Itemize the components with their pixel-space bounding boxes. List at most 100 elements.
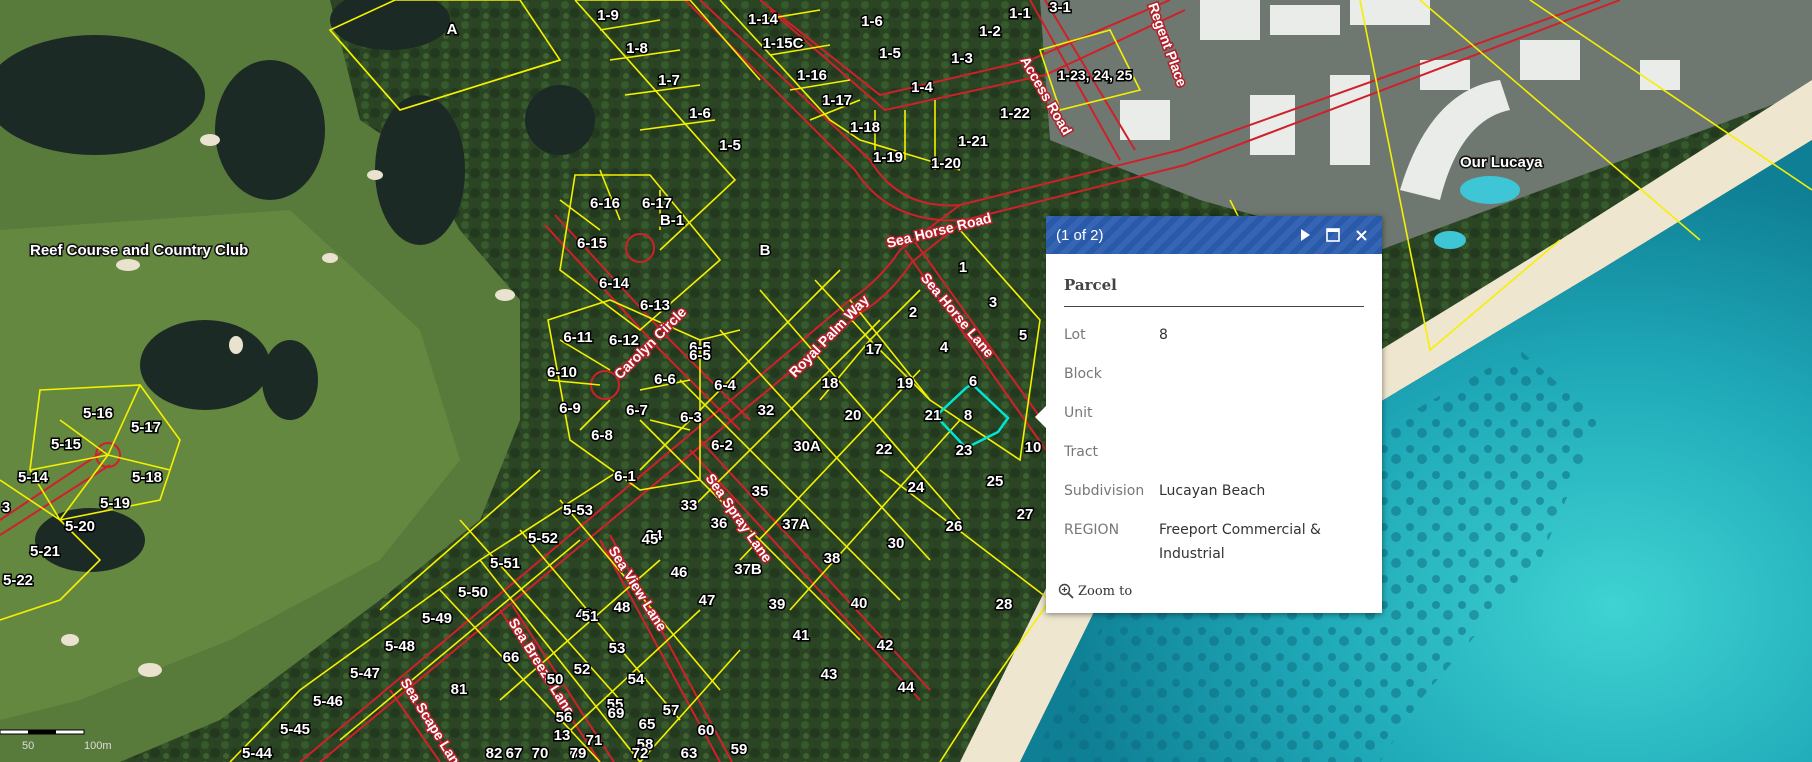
parcel-label[interactable]: 3 bbox=[0, 498, 11, 518]
parcel-label[interactable]: 5-49 bbox=[420, 609, 453, 629]
parcel-label[interactable]: 27 bbox=[1015, 505, 1035, 525]
parcel-label[interactable]: 6-11 bbox=[562, 328, 594, 348]
parcel-label[interactable]: 42 bbox=[875, 636, 895, 656]
parcel-label[interactable]: 1-15C bbox=[761, 34, 805, 54]
parcel-label[interactable]: 41 bbox=[791, 626, 811, 646]
parcel-label[interactable]: 6-1 bbox=[613, 467, 638, 487]
parcel-label[interactable]: 1-2 bbox=[978, 22, 1003, 42]
parcel-label[interactable]: 53 bbox=[607, 639, 627, 659]
parcel-label[interactable]: 17 bbox=[864, 340, 884, 360]
parcel-label[interactable]: 13 bbox=[552, 726, 572, 746]
parcel-label[interactable]: 44 bbox=[896, 678, 916, 698]
parcel-label[interactable]: B bbox=[758, 241, 772, 261]
parcel-label[interactable]: 1-6 bbox=[860, 12, 885, 32]
parcel-label[interactable]: 56 bbox=[554, 708, 574, 728]
parcel-label[interactable]: 67 bbox=[504, 744, 524, 762]
parcel-label[interactable]: 19 bbox=[895, 374, 915, 394]
parcel-label[interactable]: 38 bbox=[822, 549, 842, 569]
parcel-label[interactable]: 5-46 bbox=[311, 692, 344, 712]
parcel-label[interactable]: 5-47 bbox=[348, 664, 381, 684]
parcel-label[interactable]: 24 bbox=[906, 478, 926, 498]
parcel-label[interactable]: 5-16 bbox=[81, 404, 114, 424]
parcel-label[interactable]: 1-21 bbox=[956, 132, 989, 152]
parcel-label[interactable]: 1-16 bbox=[795, 66, 828, 86]
parcel-label[interactable]: 8 bbox=[962, 406, 973, 426]
parcel-label[interactable]: 6-8 bbox=[590, 426, 615, 446]
parcel-label[interactable]: 5 bbox=[1017, 326, 1028, 346]
parcel-label[interactable]: 1-19 bbox=[871, 148, 904, 168]
parcel-label[interactable]: 45 bbox=[640, 530, 660, 550]
parcel-label[interactable]: 1-8 bbox=[625, 39, 650, 59]
parcel-label[interactable]: 63 bbox=[679, 744, 699, 762]
parcel-label[interactable]: 1-14 bbox=[746, 10, 780, 30]
parcel-label[interactable]: 71 bbox=[584, 731, 604, 751]
parcel-label[interactable]: 1-23, 24, 25 bbox=[1056, 66, 1134, 85]
parcel-label[interactable]: 40 bbox=[849, 594, 869, 614]
parcel-label[interactable]: 21 bbox=[923, 406, 943, 426]
parcel-label[interactable]: 6-5 bbox=[688, 346, 713, 366]
parcel-label[interactable]: 30 bbox=[886, 534, 906, 554]
parcel-label[interactable]: 6-13 bbox=[638, 296, 671, 316]
parcel-label[interactable]: 39 bbox=[767, 595, 787, 615]
parcel-label[interactable]: 5-22 bbox=[1, 571, 34, 591]
next-feature-button[interactable] bbox=[1294, 224, 1316, 246]
parcel-label[interactable]: 35 bbox=[750, 482, 770, 502]
parcel-label[interactable]: 5-18 bbox=[130, 468, 163, 488]
parcel-label[interactable]: 1-22 bbox=[998, 104, 1031, 124]
parcel-label[interactable]: 6-4 bbox=[713, 376, 738, 396]
close-button[interactable] bbox=[1350, 224, 1372, 246]
parcel-label[interactable]: 37A bbox=[781, 515, 812, 535]
parcel-label[interactable]: 3-1 bbox=[1048, 0, 1073, 18]
parcel-label[interactable]: 60 bbox=[696, 721, 716, 741]
parcel-label[interactable]: 57 bbox=[661, 701, 681, 721]
parcel-label[interactable]: 5-53 bbox=[561, 501, 594, 521]
parcel-label[interactable]: 72 bbox=[630, 744, 650, 762]
parcel-label[interactable]: 36 bbox=[709, 514, 729, 534]
parcel-label[interactable]: 6-6 bbox=[653, 370, 678, 390]
parcel-label[interactable]: 37B bbox=[733, 560, 764, 580]
parcel-label[interactable]: 6-9 bbox=[558, 399, 583, 419]
parcel-label[interactable]: 47 bbox=[697, 591, 717, 611]
parcel-label[interactable]: 2 bbox=[907, 303, 918, 323]
parcel-label[interactable]: 52 bbox=[572, 660, 592, 680]
parcel-label[interactable]: 6-3 bbox=[679, 408, 704, 428]
parcel-label[interactable]: 20 bbox=[843, 406, 863, 426]
parcel-label[interactable]: 6-12 bbox=[607, 331, 640, 351]
parcel-label[interactable]: 66 bbox=[501, 648, 521, 668]
parcel-label[interactable]: 54 bbox=[626, 670, 646, 690]
parcel-label[interactable]: 5-20 bbox=[63, 517, 96, 537]
parcel-label[interactable]: 23 bbox=[954, 441, 974, 461]
parcel-label[interactable]: 10 bbox=[1023, 438, 1043, 458]
parcel-label[interactable]: 30A bbox=[792, 437, 823, 457]
parcel-label[interactable]: 1-20 bbox=[929, 154, 962, 174]
parcel-label[interactable]: 6 bbox=[967, 372, 978, 392]
parcel-label[interactable]: 69 bbox=[606, 704, 626, 724]
parcel-label[interactable]: 1-9 bbox=[596, 6, 621, 26]
map-canvas[interactable]: Reef Course and Country Club Our Lucaya … bbox=[0, 0, 1812, 762]
parcel-label[interactable]: 79 bbox=[568, 744, 588, 762]
parcel-label[interactable]: 5-19 bbox=[98, 494, 131, 514]
parcel-label[interactable]: 22 bbox=[874, 440, 894, 460]
parcel-label[interactable]: 1-3 bbox=[950, 49, 975, 69]
parcel-label[interactable]: 32 bbox=[756, 401, 776, 421]
parcel-label[interactable]: 59 bbox=[729, 740, 749, 760]
maximize-button[interactable] bbox=[1322, 224, 1344, 246]
parcel-label[interactable]: 1-1 bbox=[1008, 4, 1033, 24]
parcel-label[interactable]: 1-4 bbox=[910, 78, 935, 98]
parcel-label[interactable]: 5-14 bbox=[16, 468, 50, 488]
parcel-label[interactable]: 43 bbox=[819, 665, 839, 685]
parcel-label[interactable]: 5-51 bbox=[488, 554, 521, 574]
parcel-label[interactable]: 1 bbox=[957, 258, 968, 278]
parcel-label[interactable]: A bbox=[445, 20, 459, 40]
parcel-label[interactable]: 5-44 bbox=[240, 744, 274, 762]
parcel-label[interactable]: 5-17 bbox=[129, 418, 162, 438]
parcel-label[interactable]: 70 bbox=[530, 744, 550, 762]
parcel-label[interactable]: 5-52 bbox=[526, 529, 559, 549]
parcel-label[interactable]: 5-15 bbox=[49, 435, 82, 455]
parcel-label[interactable]: 33 bbox=[679, 496, 699, 516]
parcel-label[interactable]: 4 bbox=[938, 338, 950, 358]
parcel-label[interactable]: 1-5 bbox=[718, 136, 743, 156]
parcel-label[interactable]: 50 bbox=[545, 670, 565, 690]
parcel-label[interactable]: 6-17 bbox=[640, 194, 673, 214]
parcel-label[interactable]: 82 bbox=[484, 744, 504, 762]
